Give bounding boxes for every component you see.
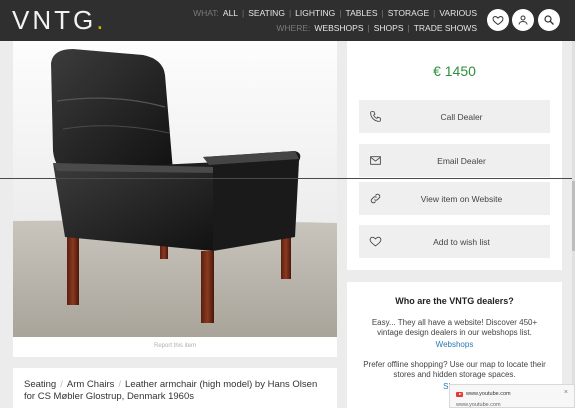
call-dealer-button[interactable]: Call Dealer [359, 100, 550, 133]
nav-divider: | [381, 8, 384, 18]
webshops-link[interactable]: Webshops [436, 340, 474, 349]
add-to-wishlist-button[interactable]: Add to wish list [359, 225, 550, 258]
nav-link-all[interactable]: ALL [223, 8, 238, 18]
wishlist-button[interactable] [487, 9, 509, 31]
nav-where-label: WHERE: [276, 23, 311, 33]
link-icon [370, 193, 380, 204]
heart-icon [492, 15, 504, 26]
view-website-label: View item on Website [420, 193, 503, 204]
dealers-heading: Who are the VNTG dealers? [395, 296, 514, 306]
account-button[interactable] [512, 9, 534, 31]
breadcrumb-seating[interactable]: Seating [24, 379, 56, 390]
nav-link-trade-shows[interactable]: TRADE SHOWS [414, 23, 477, 33]
nav-link-webshops[interactable]: WEBSHOPS [314, 23, 363, 33]
user-icon [518, 15, 528, 25]
armchair-illustration [13, 41, 337, 337]
nav-divider: | [367, 23, 370, 33]
dealers-webshops-text: Easy... They all have a website! Discove… [371, 318, 538, 337]
logo-dot: . [96, 5, 107, 35]
envelope-icon [369, 156, 381, 165]
youtube-url: www.youtube.com [466, 391, 511, 397]
search-button[interactable] [538, 9, 560, 31]
add-to-wishlist-label: Add to wish list [433, 236, 490, 247]
product-photo[interactable] [13, 41, 337, 337]
phone-icon [369, 111, 381, 122]
nav-link-various[interactable]: VARIOUS [439, 8, 477, 18]
nav-divider: | [339, 8, 342, 18]
dealer-actions-panel: € 1450 Call Dealer Email Dealer View ite… [347, 41, 562, 270]
nav-link-storage[interactable]: STORAGE [388, 8, 429, 18]
email-dealer-button[interactable]: Email Dealer [359, 144, 550, 177]
nav-where: WHERE: WEBSHOPS | SHOPS | TRADE SHOWS [276, 23, 477, 33]
nav-what-label: WHAT: [193, 8, 219, 18]
dealers-shops-text: Prefer offline shopping? Use our map to … [363, 360, 546, 379]
nav-what: WHAT: ALL | SEATING | LIGHTING | TABLES … [193, 8, 477, 18]
close-icon[interactable]: × [564, 389, 568, 396]
youtube-row[interactable]: www.youtube.com [456, 402, 501, 408]
nav-divider: | [242, 8, 245, 18]
breadcrumb-separator: / [60, 379, 63, 390]
horizontal-divider [0, 178, 575, 179]
report-item-link[interactable]: Report this item [13, 343, 337, 349]
site-header: VNTG. WHAT: ALL | SEATING | LIGHTING | T… [0, 0, 575, 41]
view-website-button[interactable]: View item on Website [359, 182, 550, 215]
nav-divider: | [288, 8, 292, 18]
youtube-url: www.youtube.com [456, 402, 501, 408]
youtube-popup: www.youtube.com www.youtube.com × [449, 384, 575, 408]
youtube-icon [456, 391, 463, 397]
logo-text: VNTG [12, 5, 97, 35]
nav-link-lighting[interactable]: LIGHTING [295, 8, 335, 18]
nav-divider: | [407, 23, 410, 33]
nav-link-tables[interactable]: TABLES [346, 8, 378, 18]
youtube-row[interactable]: www.youtube.com [456, 391, 511, 397]
nav-divider: | [433, 8, 436, 18]
breadcrumb-separator: / [118, 379, 122, 390]
nav-link-seating[interactable]: SEATING [248, 8, 285, 18]
breadcrumb-arm-chairs[interactable]: Arm Chairs [67, 379, 115, 390]
nav-link-shops[interactable]: SHOPS [374, 23, 404, 33]
product-image-panel: Report this item [13, 41, 337, 357]
vntg-logo[interactable]: VNTG. [12, 5, 106, 36]
product-price: € 1450 [433, 63, 476, 79]
search-icon [544, 15, 554, 25]
call-dealer-label: Call Dealer [440, 111, 483, 122]
email-dealer-label: Email Dealer [437, 155, 486, 166]
heart-icon [369, 236, 381, 247]
product-title-card: Seating / Arm Chairs / Leather armchair (hig… [13, 368, 337, 408]
